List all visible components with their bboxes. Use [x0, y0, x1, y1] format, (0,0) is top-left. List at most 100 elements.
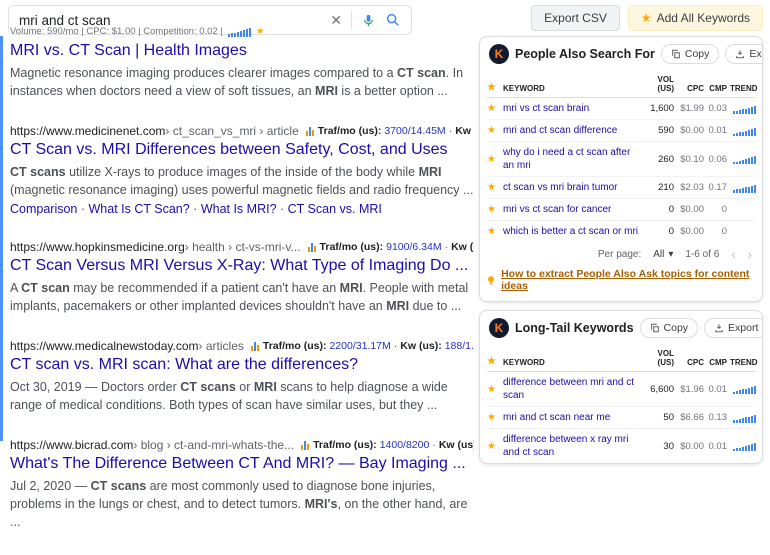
result-title[interactable]: What's The Difference Between CT And MRI…: [10, 454, 474, 474]
result-description: Magnetic resonance imaging produces clea…: [10, 64, 474, 100]
prev-page-icon[interactable]: ‹: [731, 248, 735, 261]
result-description: A CT scan may be recommended if a patien…: [10, 279, 474, 315]
sitelink[interactable]: What Is MRI?: [201, 202, 277, 216]
star-icon: ★: [487, 82, 500, 93]
table-header: ★ KEYWORD VOL(US) CPC CMP TREND: [487, 70, 755, 98]
keyword-row: ★ which is better a ct scan or mri 0 $0.…: [487, 221, 755, 242]
result-url[interactable]: https://www.bicrad.com: [10, 438, 133, 452]
star-icon[interactable]: ★: [487, 384, 500, 395]
star-icon[interactable]: ★: [487, 204, 500, 215]
table-header: ★ KEYWORD VOL(US) CPC CMP TREND: [487, 344, 755, 372]
result-description: Oct 30, 2019 — Doctors order CT scans or…: [10, 378, 474, 414]
star-icon: ★: [487, 356, 500, 367]
traffic-chart-icon: [306, 127, 314, 136]
divider: [351, 11, 352, 29]
keyword-row: ★ mri and ct scan near me 50 $6.66 0.13: [487, 407, 755, 429]
star-icon[interactable]: ★: [487, 125, 500, 136]
clear-search-icon[interactable]: ✕: [330, 13, 342, 27]
mic-icon[interactable]: [361, 13, 376, 28]
export-icon: [714, 323, 724, 333]
per-page-select[interactable]: All ▾: [653, 249, 673, 260]
keyword-link[interactable]: difference between mri and ct scan: [503, 376, 641, 402]
result-title[interactable]: CT Scan vs. MRI Differences between Safe…: [10, 140, 474, 160]
keyword-link[interactable]: mri vs ct scan brain: [503, 102, 641, 115]
trend-sparkline: [730, 384, 756, 394]
breadcrumb: › ct_scan_vs_mri › article: [165, 124, 298, 138]
result-url[interactable]: https://www.medicalnewstoday.com: [10, 339, 199, 353]
result-url[interactable]: https://www.medicinenet.com: [10, 124, 165, 138]
star-icon[interactable]: ★: [487, 154, 500, 165]
extension-accent-strip: [0, 36, 3, 441]
search-result: https://www.hopkinsmedicine.org › health…: [10, 240, 474, 315]
panel-header: K Long-Tail Keywords Copy Export ✕: [480, 311, 762, 344]
keywords-value-link[interactable]: 188/1.33M: [445, 340, 474, 352]
traffic-value-link[interactable]: 3700/14.45M: [384, 125, 445, 137]
keyword-link[interactable]: difference between x ray mri and ct scan: [503, 433, 641, 459]
star-icon: ★: [641, 11, 652, 25]
keyword-link[interactable]: why do i need a ct scan after an mri: [503, 146, 641, 172]
export-button[interactable]: Export: [704, 318, 763, 338]
people-also-search-panel: K People Also Search For Copy Export ✕ ★…: [479, 36, 763, 302]
star-icon[interactable]: ★: [487, 226, 500, 237]
search-icon[interactable]: [385, 12, 401, 28]
search-result: https://www.bicrad.com › blog › ct-and-m…: [10, 438, 474, 531]
star-icon[interactable]: ★: [487, 103, 500, 114]
pagination-bar: Per page: All ▾ 1-6 of 6 ‹ ›: [480, 242, 762, 265]
panel-header: K People Also Search For Copy Export ✕: [480, 37, 762, 70]
result-title[interactable]: CT Scan Versus MRI Versus X-Ray: What Ty…: [10, 256, 474, 276]
copy-button[interactable]: Copy: [640, 318, 699, 338]
keyword-row: ★ ct scan vs mri brain tumor 210 $2.03 0…: [487, 177, 755, 199]
toolbar: Export CSV ★ Add All Keywords: [531, 5, 763, 31]
trend-sparkline: [730, 441, 756, 451]
ke-traffic-stats: Traf/mo (us): 2200/31.17M · Kw (us): 188…: [251, 340, 474, 352]
result-url[interactable]: https://www.hopkinsmedicine.org: [10, 240, 185, 254]
chevron-down-icon: ▾: [668, 249, 673, 260]
star-icon[interactable]: ★: [487, 182, 500, 193]
trend-sparkline: [730, 227, 756, 237]
sitelink[interactable]: Comparison: [10, 202, 77, 216]
traffic-value-link[interactable]: 9100/6.34M: [386, 241, 441, 253]
copy-icon: [650, 323, 660, 333]
trend-sparkline: [730, 413, 756, 423]
export-button[interactable]: Export: [725, 44, 763, 64]
export-csv-button[interactable]: Export CSV: [531, 5, 620, 31]
keyword-table: ★ KEYWORD VOL(US) CPC CMP TREND ★ differ…: [480, 344, 762, 463]
keyword-link[interactable]: mri and ct scan difference: [503, 124, 641, 137]
traffic-chart-icon: [308, 243, 316, 252]
keyword-row: ★ why do i need a ct scan after an mri 2…: [487, 142, 755, 177]
keyword-link[interactable]: mri vs ct scan for cancer: [503, 203, 641, 216]
keyword-metrics-bar: Volume: 590/mo | CPC: $1.00 | Competitio…: [10, 26, 264, 37]
keywords-everywhere-logo-icon: K: [489, 318, 509, 338]
panel-title: People Also Search For: [515, 47, 655, 61]
lightbulb-icon: [486, 275, 496, 286]
search-result: MRI vs. CT Scan | Health Images Magnetic…: [10, 41, 474, 100]
keyword-link[interactable]: which is better a ct scan or mri: [503, 225, 641, 238]
keyword-link[interactable]: mri and ct scan near me: [503, 411, 641, 424]
copy-icon: [671, 49, 681, 59]
next-page-icon[interactable]: ›: [748, 248, 752, 261]
sitelink[interactable]: CT Scan vs. MRI: [288, 202, 382, 216]
trend-sparkline: [730, 104, 756, 114]
traffic-chart-icon: [251, 342, 259, 351]
copy-button[interactable]: Copy: [661, 44, 720, 64]
keywords-everywhere-widgets: K People Also Search For Copy Export ✕ ★…: [479, 36, 763, 464]
panel-title: Long-Tail Keywords: [515, 321, 634, 335]
per-page-label: Per page:: [598, 249, 641, 260]
sitelinks: Comparison · What Is CT Scan? · What Is …: [10, 202, 474, 216]
star-icon[interactable]: ★: [487, 412, 500, 423]
keywords-everywhere-logo-icon: K: [489, 44, 509, 64]
star-icon[interactable]: ★: [256, 26, 265, 37]
add-all-keywords-button[interactable]: ★ Add All Keywords: [628, 5, 763, 31]
trend-sparkline: [730, 205, 756, 215]
trend-sparkline: [228, 27, 251, 37]
help-link[interactable]: How to extract People Also Ask topics fo…: [501, 268, 756, 292]
keyword-link[interactable]: ct scan vs mri brain tumor: [503, 181, 641, 194]
keyword-row: ★ difference between x ray mri and ct sc…: [487, 429, 755, 463]
star-icon[interactable]: ★: [487, 441, 500, 452]
result-title[interactable]: CT scan vs. MRI scan: What are the diffe…: [10, 355, 474, 375]
breadcrumb: › health › ct-vs-mri-v...: [185, 240, 301, 254]
sitelink[interactable]: What Is CT Scan?: [89, 202, 190, 216]
traffic-value-link[interactable]: 2200/31.17M: [329, 340, 390, 352]
export-icon: [735, 49, 745, 59]
result-title[interactable]: MRI vs. CT Scan | Health Images: [10, 41, 474, 61]
